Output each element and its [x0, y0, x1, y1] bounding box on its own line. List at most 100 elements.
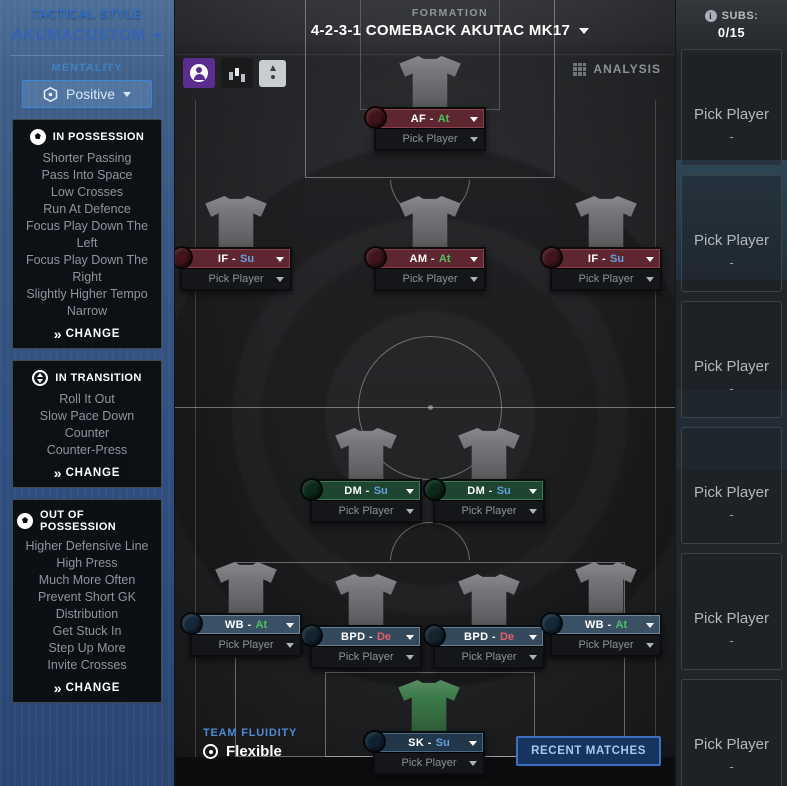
player-shirt [397, 680, 461, 738]
role-dropdown[interactable]: SK - Su [375, 733, 483, 752]
pick-player-dropdown[interactable]: Pick Player [552, 634, 660, 655]
chevron-down-icon [286, 623, 294, 628]
chevron-down-icon [406, 509, 414, 514]
tactical-style-title: TACTICAL STYLE [31, 9, 143, 21]
duty-label: De [376, 630, 391, 643]
role-dropdown[interactable]: AM - At [376, 249, 484, 268]
pick-player-dropdown[interactable]: Pick Player [552, 268, 660, 289]
mentality-value: Positive [65, 86, 116, 102]
out-of-possession-change-button[interactable]: » CHANGE [17, 674, 157, 696]
role-disc-icon [540, 612, 563, 635]
team-fluidity-label: TEAM FLUIDITY [203, 727, 298, 739]
role-label: AM - [409, 252, 435, 265]
pick-player-dropdown[interactable]: Pick Player [182, 268, 290, 289]
pick-player-dropdown[interactable]: Pick Player [375, 752, 483, 773]
chevron-down-icon [406, 489, 414, 494]
player-view-button[interactable] [183, 58, 215, 88]
instruction-item: Low Crosses [50, 185, 124, 199]
pick-player-dropdown[interactable]: Pick Player [376, 268, 484, 289]
recent-matches-button[interactable]: RECENT MATCHES [516, 736, 661, 766]
in-possession-change-button[interactable]: » CHANGE [17, 320, 157, 342]
duty-label: Su [610, 252, 625, 265]
player-shirt [457, 428, 521, 486]
bench-slot[interactable]: Pick Player - [681, 175, 782, 292]
role-disc-icon [300, 624, 323, 647]
pick-player-dropdown[interactable]: Pick Player [312, 646, 420, 667]
role-disc-icon [423, 624, 446, 647]
role-dropdown[interactable]: IF - Su [552, 249, 660, 268]
role-label: DM - [344, 484, 370, 497]
position-unit: SK - Su Pick Player [363, 680, 485, 775]
chevron-down-icon [529, 655, 537, 660]
tactical-style-value: AKUMACUSTOM [11, 27, 146, 44]
role-label: IF - [217, 252, 237, 265]
bar-chart-icon [229, 66, 245, 80]
stats-view-button[interactable] [221, 58, 253, 88]
bench-slot[interactable]: Pick Player - [681, 49, 782, 166]
formation-dropdown[interactable]: 4-2-3-1 COMEBACK AKUTAC MK17 [290, 22, 610, 39]
instruction-item: Run At Defence [43, 202, 131, 216]
position-unit: WB - At Pick Player [180, 562, 302, 657]
chevron-down-icon [406, 635, 414, 640]
info-icon: i [704, 10, 717, 22]
chevron-down-icon [152, 33, 163, 39]
role-label: WB - [584, 618, 612, 631]
role-dropdown[interactable]: WB - At [552, 615, 660, 634]
bench-empty-value: - [729, 254, 734, 270]
in-transition-change-button[interactable]: » CHANGE [17, 459, 157, 481]
pick-player-dropdown[interactable]: Pick Player [192, 634, 300, 655]
position-unit: DM - Su Pick Player [423, 428, 545, 523]
bench-slot[interactable]: Pick Player - [681, 679, 782, 786]
chevron-down-icon [529, 635, 537, 640]
role-dropdown[interactable]: WB - At [192, 615, 300, 634]
role-label: DM - [467, 484, 493, 497]
in-transition-items: Roll It Out Slow Pace Down Counter Counter-… [17, 391, 157, 459]
instruction-item: Step Up More [48, 641, 126, 655]
in-transition-title: IN TRANSITION [55, 372, 142, 384]
pitch-direction-button[interactable] [259, 59, 286, 87]
chevron-down-icon [529, 489, 537, 494]
pick-player-label: Pick Player [578, 639, 634, 651]
out-of-possession-title: OUT OF POSSESSION [40, 509, 117, 533]
role-label: IF - [587, 252, 607, 265]
player-shirt [214, 562, 278, 620]
pick-player-label: Pick Player [402, 133, 458, 145]
bench-slot[interactable]: Pick Player - [681, 301, 782, 418]
role-dropdown[interactable]: BPD - De [312, 627, 420, 646]
role-label: BPD - [463, 630, 496, 643]
divider [10, 55, 164, 56]
role-dropdown[interactable]: DM - Su [435, 481, 543, 500]
player-shirt [574, 562, 638, 620]
role-dropdown[interactable]: DM - Su [312, 481, 420, 500]
position-unit: AM - At Pick Player [364, 196, 486, 291]
bench-empty-value: - [729, 632, 734, 648]
chevron-down-icon [470, 257, 478, 262]
chevron-down-icon [529, 509, 537, 514]
bench-slot[interactable]: Pick Player - [681, 427, 782, 544]
role-label: WB - [224, 618, 252, 631]
transition-icon [32, 370, 49, 386]
bench-pick-player-label: Pick Player [693, 105, 770, 123]
target-icon [203, 744, 218, 759]
pick-player-label: Pick Player [578, 273, 634, 285]
chevron-down-icon [286, 643, 294, 648]
tactical-style-dropdown[interactable]: AKUMACUSTOM [0, 27, 174, 45]
pick-player-dropdown[interactable]: Pick Player [376, 128, 484, 149]
pick-player-dropdown[interactable]: Pick Player [435, 646, 543, 667]
bench-empty-value: - [729, 506, 734, 522]
out-of-possession-panel: OUT OF POSSESSION Higher Defensive Line H… [12, 499, 162, 703]
role-dropdown[interactable]: IF - Su [182, 249, 290, 268]
bench-slot[interactable]: Pick Player - [681, 553, 782, 670]
pick-player-dropdown[interactable]: Pick Player [312, 500, 420, 521]
role-dropdown[interactable]: AF - At [376, 109, 484, 128]
ball-icon [29, 129, 46, 145]
role-dropdown[interactable]: BPD - De [435, 627, 543, 646]
pick-player-dropdown[interactable]: Pick Player [435, 500, 543, 521]
analysis-button[interactable]: ANALYSIS [573, 62, 661, 76]
mentality-dropdown[interactable]: Positive [22, 80, 152, 108]
instruction-item: Higher Defensive Line [25, 539, 149, 553]
position-unit: WB - At Pick Player [540, 562, 662, 657]
out-of-possession-items: Higher Defensive Line High Press Much More… [17, 538, 157, 674]
chevron-down-icon [646, 623, 654, 628]
formation-header: FORMATION 4-2-3-1 COMEBACK AKUTAC MK17 [290, 7, 610, 39]
